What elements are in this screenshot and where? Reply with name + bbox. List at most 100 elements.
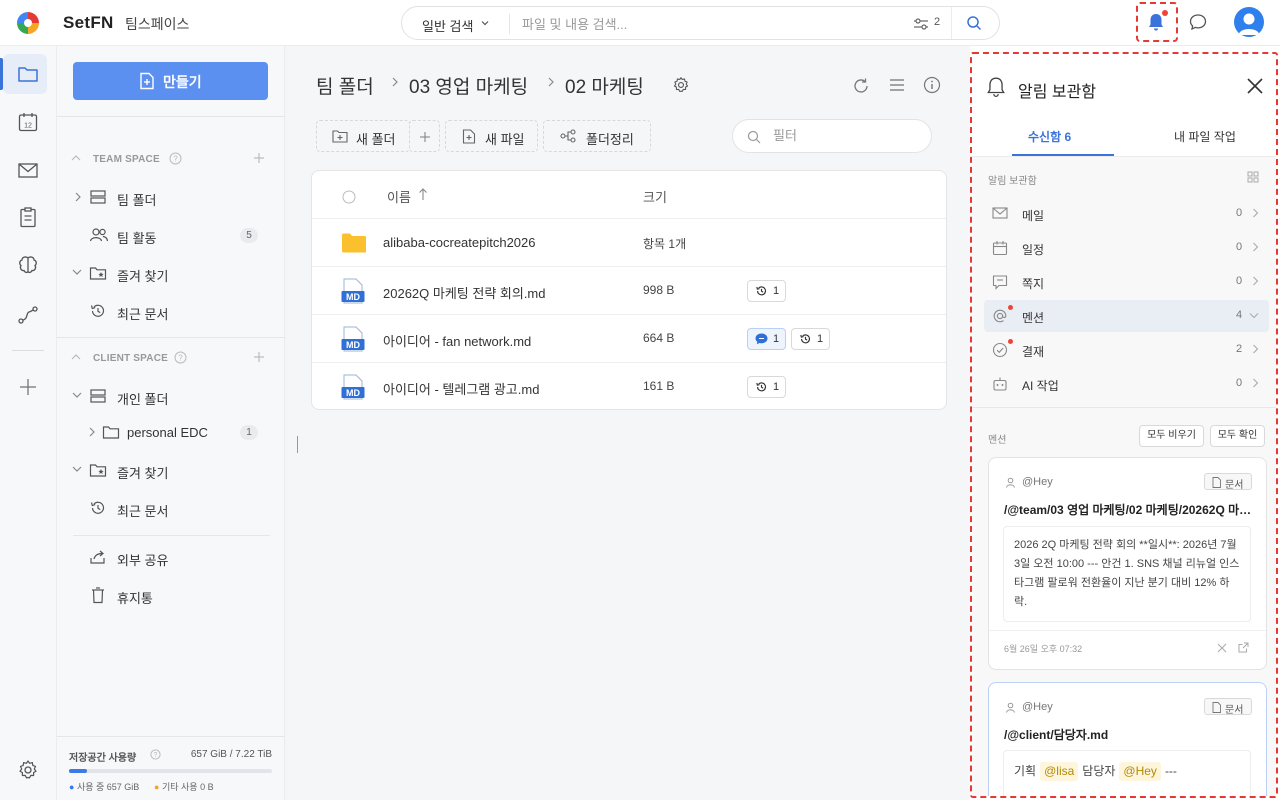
app-logo[interactable] (16, 11, 40, 35)
sidebar-item-personal-folder[interactable]: 개인 폴더 (57, 381, 285, 411)
notification-card[interactable]: @Hey 문서 /@team/03 영업 마케팅/02 마케팅/20262Q 마… (988, 457, 1267, 670)
file-name[interactable]: 아이디어 - fan network.md (383, 331, 531, 350)
notification-card[interactable]: @Hey 문서 /@client/담당자.md 기획 @lisa 담당자 @Hey --… (988, 682, 1267, 796)
avatar[interactable] (1234, 7, 1264, 37)
info-icon[interactable] (923, 76, 941, 94)
file-name[interactable]: 아이디어 - 텔레그램 광고.md (383, 379, 539, 398)
sidebar-item-client-recent[interactable]: 최근 문서 (57, 493, 285, 523)
settings-gear-icon[interactable] (17, 759, 39, 781)
refresh-icon[interactable] (852, 77, 870, 95)
mail-icon (992, 206, 1008, 220)
file-name[interactable]: 20262Q 마케팅 전략 회의.md (383, 283, 546, 302)
sidebar-item-client-favorites[interactable]: 즐겨 찾기 (57, 455, 285, 485)
close-icon[interactable] (1245, 76, 1265, 96)
add-team-space-icon[interactable] (253, 152, 265, 164)
storage-used-text: 사용 중 657 GiB (76, 782, 140, 792)
calendar-icon[interactable]: 12 (17, 111, 39, 133)
help-icon[interactable]: ? (169, 152, 182, 165)
category-mention[interactable]: 멘션 4 (984, 300, 1269, 332)
list-view-icon[interactable] (888, 78, 906, 92)
workflow-icon[interactable] (17, 304, 39, 326)
help-icon[interactable]: ? (150, 749, 161, 760)
confirm-all-button[interactable]: 모두 확인 (1210, 425, 1265, 447)
team-space-header: TEAM SPACE (93, 154, 160, 165)
sidebar-item-trash[interactable]: 휴지통 (57, 580, 285, 610)
ai-brain-icon[interactable] (17, 254, 39, 276)
category-memo[interactable]: 쪽지 0 (984, 266, 1269, 298)
column-header-size[interactable]: 크기 (643, 187, 667, 206)
table-row[interactable]: MD 20262Q 마케팅 전략 회의.md 998 B 1 (312, 266, 946, 314)
new-folder-button[interactable]: 새 폴더 (316, 120, 410, 152)
sidebar-item-team-recent[interactable]: 최근 문서 (57, 296, 285, 326)
clear-all-button[interactable]: 모두 비우기 (1139, 425, 1204, 447)
add-app-icon[interactable] (17, 376, 39, 398)
category-approval[interactable]: 결재 2 (984, 334, 1269, 366)
table-row[interactable]: alibaba-cocreatepitch2026 항목 1개 (312, 218, 946, 266)
comment-icon (755, 333, 768, 345)
chevron-down-icon[interactable] (72, 465, 82, 473)
collapse-chevron-icon[interactable] (71, 154, 81, 162)
sidebar-item-external-share[interactable]: 외부 공유 (57, 542, 285, 572)
star-folder-icon (89, 265, 107, 281)
search-scope-dropdown[interactable]: 일반 검색 (422, 16, 473, 35)
resize-handle[interactable] (297, 436, 298, 453)
collapse-chevron-icon[interactable] (71, 353, 81, 361)
tab-my-file-jobs[interactable]: 내 파일 작업 (1174, 128, 1236, 145)
mention-tag[interactable]: @Hey (1119, 762, 1161, 781)
table-row[interactable]: MD 아이디어 - 텔레그램 광고.md 161 B 1 (312, 362, 946, 410)
mention-tag[interactable]: @lisa (1040, 762, 1079, 781)
breadcrumb-item[interactable]: 02 마케팅 (565, 72, 644, 99)
comments-chip[interactable]: 1 (747, 328, 786, 350)
sidebar-item-team-favorites[interactable]: 즐겨 찾기 (57, 258, 285, 288)
grid-view-icon[interactable] (1247, 171, 1259, 183)
rail-divider (12, 350, 44, 351)
client-space-header: CLIENT SPACE (93, 353, 168, 364)
mail-icon[interactable] (17, 161, 39, 179)
version-history-chip[interactable]: 1 (791, 328, 830, 350)
search-input[interactable] (522, 14, 902, 34)
history-count: 1 (817, 333, 824, 345)
folder-icon[interactable] (17, 64, 39, 84)
sidebar-item-label: 즐겨 찾기 (117, 466, 169, 481)
add-dropdown-button[interactable] (409, 120, 440, 152)
version-history-chip[interactable]: 1 (747, 376, 786, 398)
dismiss-icon[interactable] (1217, 643, 1227, 653)
chevron-right-icon[interactable] (74, 192, 82, 202)
mention-path[interactable]: /@client/담당자.md (1004, 726, 1256, 743)
create-button[interactable]: 만들기 (73, 62, 268, 100)
category-mail[interactable]: 메일 0 (984, 198, 1269, 230)
calendar-icon (992, 240, 1008, 256)
open-external-icon[interactable] (1238, 642, 1249, 653)
add-client-space-icon[interactable] (253, 351, 265, 363)
tab-inbox[interactable]: 수신함 6 (1028, 128, 1071, 145)
breadcrumb-item[interactable]: 팀 폴더 (316, 72, 374, 99)
new-file-button[interactable]: 새 파일 (445, 120, 538, 152)
file-name[interactable]: alibaba-cocreatepitch2026 (383, 235, 536, 250)
select-all-checkbox[interactable] (342, 190, 356, 204)
new-folder-label: 새 폴더 (356, 132, 396, 147)
sort-ascending-icon[interactable] (418, 187, 428, 201)
sidebar-item-personal-edc[interactable]: personal EDC 1 (57, 417, 285, 447)
robot-icon (992, 376, 1008, 392)
chevron-right-icon[interactable] (88, 427, 96, 437)
chevron-down-icon[interactable] (72, 268, 82, 276)
mention-date: 6월 26일 오후 07:32 (1004, 644, 1083, 654)
category-ai-jobs[interactable]: AI 작업 0 (984, 368, 1269, 400)
column-header-name[interactable]: 이름 (387, 187, 411, 206)
folder-settings-icon[interactable] (672, 76, 690, 94)
mention-path[interactable]: /@team/03 영업 마케팅/02 마케팅/20262Q 마케팅 전략 회의… (1004, 501, 1256, 518)
organize-folder-button[interactable]: 폴더정리 (543, 120, 651, 152)
table-row[interactable]: MD 아이디어 - fan network.md 664 B 1 1 (312, 314, 946, 362)
search-filter-icon[interactable] (913, 17, 929, 31)
sidebar-item-team-folder[interactable]: 팀 폴더 (57, 182, 285, 212)
clipboard-icon[interactable] (17, 206, 39, 228)
sidebar-item-team-activity[interactable]: 팀 활동 5 (57, 220, 285, 250)
filter-input[interactable] (773, 128, 923, 143)
chat-icon[interactable] (1189, 13, 1207, 31)
breadcrumb-item[interactable]: 03 영업 마케팅 (409, 72, 528, 99)
search-icon[interactable] (966, 15, 982, 31)
version-history-chip[interactable]: 1 (747, 280, 786, 302)
help-icon[interactable]: ? (174, 351, 187, 364)
chevron-down-icon[interactable] (72, 391, 82, 399)
category-schedule[interactable]: 일정 0 (984, 232, 1269, 264)
